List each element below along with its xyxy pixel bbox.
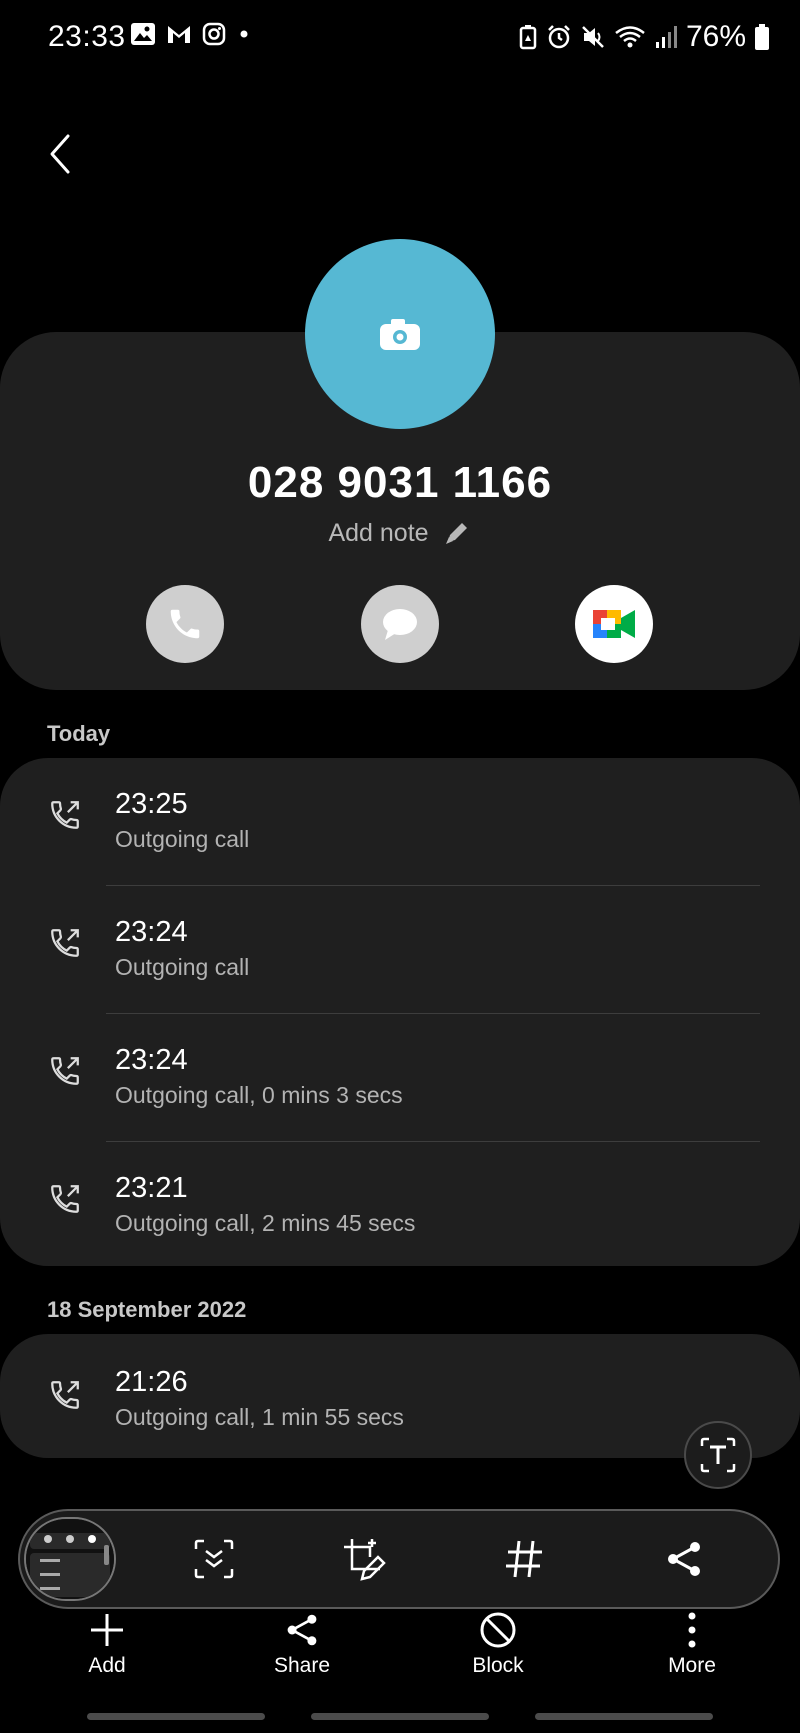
call-time: 23:21 <box>115 1172 188 1204</box>
scroll-capture-button[interactable] <box>190 1535 238 1583</box>
call-button[interactable] <box>146 585 224 663</box>
gmail-icon <box>168 26 190 43</box>
call-log-row[interactable]: 23:24 Outgoing call, 0 mins 3 secs <box>0 1014 800 1142</box>
call-description: Outgoing call, 1 min 55 secs <box>115 1404 404 1430</box>
battery-percent: 76% <box>685 20 746 53</box>
call-log-card-today: 23:25 Outgoing call 23:24 Outgoing call … <box>0 758 800 1266</box>
wifi-icon <box>615 26 645 48</box>
call-time: 23:24 <box>115 916 188 948</box>
outgoing-call-icon <box>51 1057 79 1085</box>
phone-icon <box>170 609 200 639</box>
instagram-icon <box>202 22 226 46</box>
status-bar: 23:33 76% <box>0 0 800 76</box>
hashtag-button[interactable] <box>500 1535 548 1583</box>
more-label: More <box>668 1654 716 1677</box>
notification-icons <box>130 22 252 46</box>
more-notifications-dot-icon <box>240 30 248 38</box>
call-time: 21:26 <box>115 1366 188 1398</box>
gallery-icon <box>131 23 155 45</box>
share-button[interactable]: Share <box>242 1608 362 1678</box>
message-bubble-icon <box>383 609 417 640</box>
alarm-icon <box>548 25 570 49</box>
scroll-capture-icon <box>194 1539 234 1579</box>
back-button[interactable] <box>40 128 84 180</box>
screenshot-preview-image <box>26 1519 114 1599</box>
bottom-action-bar: Add Share Block More <box>0 1608 800 1688</box>
call-description: Outgoing call <box>115 954 250 980</box>
call-log-row[interactable]: 23:24 Outgoing call <box>0 886 800 1014</box>
signal-icon <box>655 26 677 48</box>
hashtag-icon <box>506 1540 542 1578</box>
google-meet-button[interactable] <box>575 585 653 663</box>
call-time: 23:25 <box>115 788 188 820</box>
plus-icon <box>91 1614 123 1646</box>
contact-phone-number: 028 9031 1166 <box>247 458 553 507</box>
google-meet-icon <box>593 610 635 638</box>
block-button[interactable]: Block <box>438 1608 558 1678</box>
block-icon <box>480 1612 516 1648</box>
section-label-date: 18 September 2022 <box>47 1297 247 1322</box>
call-log-card-older: 21:26 Outgoing call, 1 min 55 secs <box>0 1334 800 1458</box>
camera-icon <box>380 319 420 350</box>
share-label: Share <box>273 1654 331 1677</box>
block-label: Block <box>472 1654 524 1677</box>
message-button[interactable] <box>361 585 439 663</box>
screenshot-thumbnail[interactable] <box>24 1517 116 1601</box>
outgoing-call-icon <box>51 1185 79 1213</box>
share-icon <box>287 1614 317 1646</box>
more-button[interactable]: More <box>632 1608 752 1678</box>
call-log-row[interactable]: 23:21 Outgoing call, 2 mins 45 secs <box>0 1142 800 1270</box>
section-label-today: Today <box>47 721 111 746</box>
outgoing-call-icon <box>51 801 79 829</box>
call-description: Outgoing call <box>115 826 250 852</box>
outgoing-call-icon <box>51 929 79 957</box>
chevron-left-icon <box>50 134 70 174</box>
more-vertical-icon <box>688 1612 696 1648</box>
gesture-handle-left <box>87 1713 265 1720</box>
battery-icon <box>755 24 769 50</box>
battery-saver-icon <box>519 25 537 50</box>
call-log-row[interactable]: 21:26 Outgoing call, 1 min 55 secs <box>0 1334 800 1458</box>
add-label: Add <box>88 1654 126 1677</box>
crop-draw-icon <box>344 1539 386 1581</box>
share-capture-button[interactable] <box>660 1535 708 1583</box>
crop-edit-button[interactable] <box>340 1535 388 1583</box>
add-note-label: Add note <box>328 518 429 547</box>
pencil-icon <box>445 523 467 545</box>
contact-avatar[interactable] <box>305 239 495 429</box>
outgoing-call-icon <box>51 1381 79 1409</box>
gesture-handle-right <box>535 1713 713 1720</box>
share-icon <box>668 1542 700 1576</box>
add-button[interactable]: Add <box>47 1608 167 1678</box>
add-note-button[interactable]: Add note <box>0 518 800 548</box>
gesture-handle-center[interactable] <box>311 1713 489 1720</box>
status-time: 23:33 <box>48 20 126 53</box>
extract-text-button[interactable] <box>684 1421 752 1489</box>
call-description: Outgoing call, 0 mins 3 secs <box>115 1082 403 1108</box>
text-extract-icon <box>700 1437 736 1473</box>
capture-toolbar <box>18 1509 780 1609</box>
call-description: Outgoing call, 2 mins 45 secs <box>115 1210 416 1236</box>
call-time: 23:24 <box>115 1044 188 1076</box>
mute-icon <box>582 26 604 48</box>
system-icons: 76% <box>518 20 770 54</box>
call-log-row[interactable]: 23:25 Outgoing call <box>0 758 800 886</box>
